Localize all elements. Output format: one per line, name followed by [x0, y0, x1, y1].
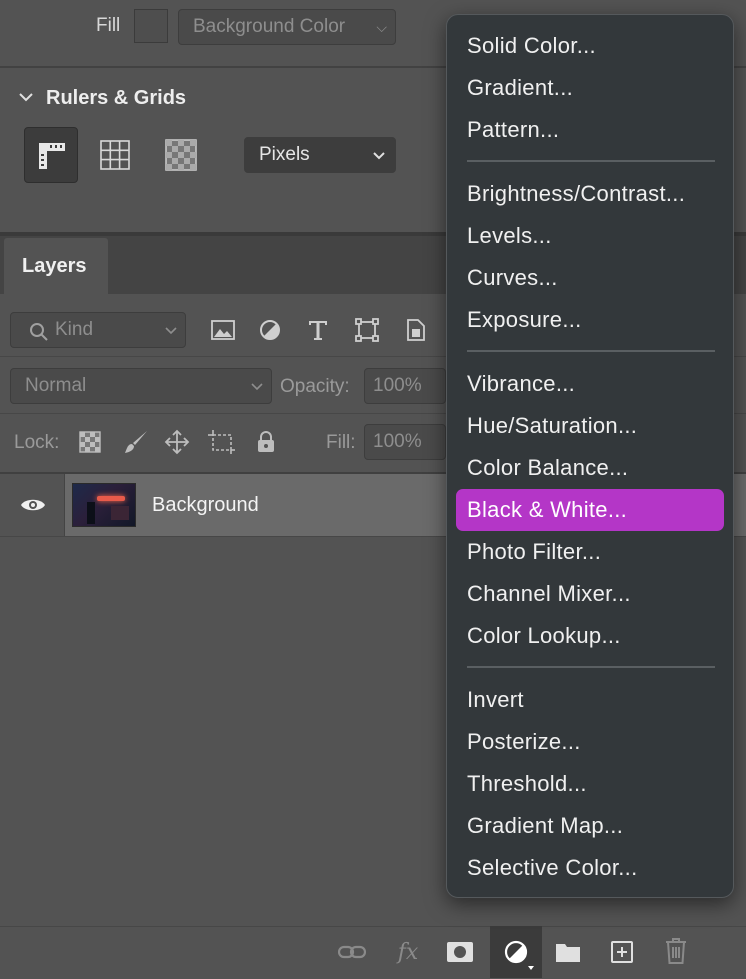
lock-position-button[interactable] — [163, 428, 191, 456]
filter-pixel-button[interactable] — [210, 317, 236, 343]
menu-item-invert[interactable]: Invert — [467, 679, 524, 721]
menu-item-brightness-contrast[interactable]: Brightness/Contrast... — [467, 173, 685, 215]
menu-separator — [467, 350, 715, 352]
menu-item-solid-color[interactable]: Solid Color... — [467, 25, 596, 67]
opacity-input[interactable]: 100% — [364, 368, 446, 404]
fill-dropdown[interactable]: Background Color ⌵ — [178, 9, 396, 45]
adjustment-circle-icon — [260, 320, 280, 340]
chevron-down-icon — [165, 327, 177, 335]
adjustment-layer-menu: Solid Color... Gradient... Pattern... Br… — [446, 14, 734, 898]
opacity-value: 100% — [373, 375, 422, 396]
submenu-indicator-icon — [528, 966, 534, 970]
menu-item-channel-mixer[interactable]: Channel Mixer... — [467, 573, 631, 615]
filter-kind-dropdown[interactable]: Kind — [10, 312, 186, 348]
chevron-down-icon — [373, 152, 385, 160]
menu-item-color-lookup[interactable]: Color Lookup... — [467, 615, 621, 657]
units-dropdown[interactable]: Pixels — [244, 137, 396, 173]
transparency-grid-button[interactable] — [164, 138, 198, 172]
menu-item-gradient[interactable]: Gradient... — [467, 67, 573, 109]
lock-pixels-button[interactable] — [122, 428, 150, 456]
type-icon — [309, 321, 327, 340]
fill-label: Fill — [96, 15, 121, 36]
visibility-toggle[interactable] — [0, 474, 65, 536]
menu-item-selective-color[interactable]: Selective Color... — [467, 847, 637, 889]
tab-layers-label: Layers — [22, 255, 87, 277]
checkerboard-icon — [165, 139, 197, 171]
layer-thumbnail — [72, 483, 136, 527]
menu-item-hue-saturation[interactable]: Hue/Saturation... — [467, 405, 637, 447]
adjustment-layer-button[interactable] — [490, 926, 542, 978]
add-mask-button[interactable] — [444, 936, 476, 968]
menu-item-vibrance[interactable]: Vibrance... — [467, 363, 575, 405]
opacity-label: Opacity: — [280, 376, 350, 397]
link-icon — [338, 945, 366, 959]
units-value: Pixels — [259, 144, 310, 165]
brush-icon — [125, 431, 147, 453]
fx-icon: fx — [397, 939, 419, 965]
menu-item-exposure[interactable]: Exposure... — [467, 299, 582, 341]
filter-kind-value: Kind — [55, 319, 94, 340]
menu-item-posterize[interactable]: Posterize... — [467, 721, 581, 763]
lock-all-button[interactable] — [254, 428, 278, 456]
tab-layers[interactable]: Layers — [4, 238, 108, 296]
menu-separator — [467, 666, 715, 668]
artboard-icon — [208, 430, 235, 454]
smart-object-icon — [407, 319, 425, 341]
filter-shape-button[interactable] — [354, 317, 380, 343]
chevron-down-icon: ⌵ — [376, 19, 387, 35]
fill-opacity-input[interactable]: 100% — [364, 424, 446, 460]
layer-style-button[interactable]: fx — [390, 934, 426, 970]
new-group-button[interactable] — [552, 936, 584, 968]
grid-icon — [100, 140, 130, 170]
chevron-down-icon — [251, 383, 263, 391]
folder-icon — [556, 944, 580, 962]
menu-item-photo-filter[interactable]: Photo Filter... — [467, 531, 601, 573]
grid-button[interactable] — [98, 138, 132, 172]
filter-adjustment-button[interactable] — [257, 317, 283, 343]
menu-item-pattern[interactable]: Pattern... — [467, 109, 559, 151]
search-icon — [29, 322, 49, 342]
layer-name: Background — [152, 494, 259, 516]
shape-icon — [355, 318, 379, 342]
move-icon — [164, 429, 190, 455]
menu-item-gradient-map[interactable]: Gradient Map... — [467, 805, 623, 847]
ruler-icon — [39, 143, 65, 169]
lock-transparent-button[interactable] — [78, 430, 102, 454]
menu-item-black-white[interactable]: Black & White... — [456, 489, 724, 531]
new-layer-button[interactable] — [606, 936, 638, 968]
adjustment-icon — [504, 940, 528, 964]
image-icon — [211, 320, 235, 340]
fill-swatch[interactable] — [134, 9, 168, 43]
blend-mode-dropdown[interactable]: Normal — [10, 368, 272, 404]
checkerboard-icon — [79, 431, 101, 453]
delete-layer-button[interactable] — [660, 934, 692, 968]
fill-opacity-value: 100% — [373, 431, 422, 452]
filter-smart-object-button[interactable] — [403, 317, 429, 343]
menu-item-levels[interactable]: Levels... — [467, 215, 552, 257]
menu-item-curves[interactable]: Curves... — [467, 257, 558, 299]
fill-dropdown-value: Background Color — [193, 16, 346, 37]
new-layer-icon — [611, 941, 633, 963]
fill-opacity-label: Fill: — [326, 432, 356, 453]
blend-mode-value: Normal — [25, 375, 87, 396]
trash-icon — [666, 938, 686, 964]
rulers-grids-title: Rulers & Grids — [46, 87, 187, 109]
menu-item-threshold[interactable]: Threshold... — [467, 763, 587, 805]
link-layers-button[interactable] — [336, 936, 368, 968]
lock-artboard-button[interactable] — [207, 428, 237, 456]
menu-item-color-balance[interactable]: Color Balance... — [467, 447, 628, 489]
lock-label: Lock: — [14, 432, 60, 453]
ruler-toggle-button[interactable] — [24, 127, 78, 183]
eye-icon — [21, 499, 45, 511]
mask-icon — [447, 942, 473, 962]
menu-separator — [467, 160, 715, 162]
collapse-chevron-icon[interactable] — [18, 91, 34, 103]
lock-icon — [258, 431, 274, 452]
filter-type-button[interactable] — [305, 316, 331, 344]
